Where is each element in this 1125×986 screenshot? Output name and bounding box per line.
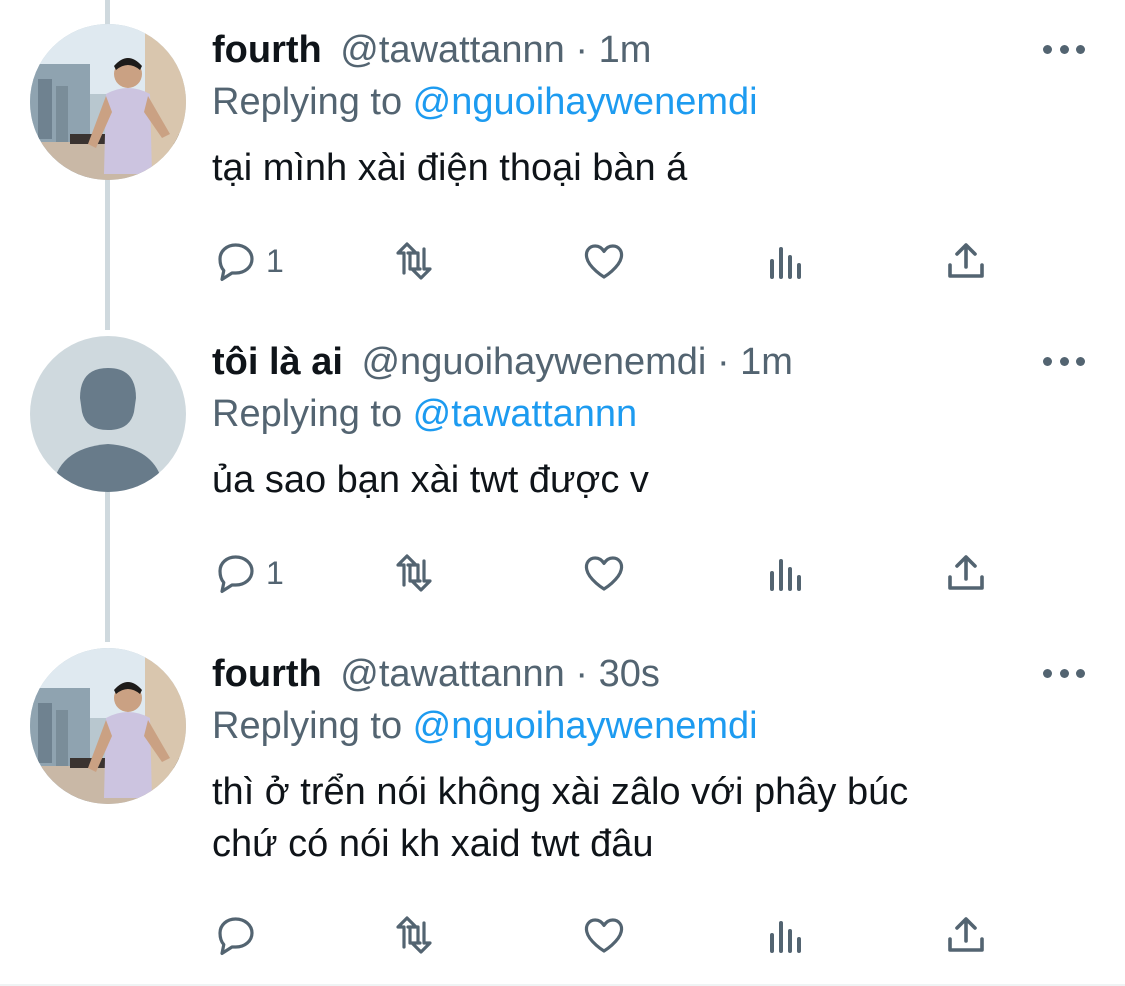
views-icon bbox=[770, 921, 801, 953]
like-icon bbox=[584, 556, 624, 591]
reply-icon bbox=[218, 555, 254, 593]
profile-photo-icon bbox=[30, 24, 186, 180]
reply-count: 1 bbox=[266, 242, 284, 279]
tweet-text-line: tại mình xài điện thoại bàn á bbox=[212, 147, 688, 189]
tweet-text-line: ủa sao bạn xài twt được v bbox=[212, 459, 649, 501]
share-icon bbox=[948, 917, 984, 952]
tweet-text: tại mình xài điện thoại bàn á bbox=[212, 142, 1085, 194]
mention-link[interactable]: @nguoihaywenemdi bbox=[413, 81, 758, 123]
avatar[interactable] bbox=[30, 24, 186, 180]
reply-count: 1 bbox=[266, 554, 284, 591]
retweet-icon bbox=[396, 554, 432, 592]
tweet-actions: 1 bbox=[212, 548, 1002, 598]
like-icon bbox=[584, 918, 624, 953]
mention-link[interactable]: @nguoihaywenemdi bbox=[413, 705, 758, 747]
tweet-header: fourth @tawattannn · 1m bbox=[212, 26, 1085, 74]
tweet-text-line: chứ có nói kh xaid twt đâu bbox=[212, 823, 654, 865]
replying-to: Replying to @nguoihaywenemdi bbox=[212, 702, 1085, 750]
separator: · bbox=[564, 653, 599, 695]
reply-button[interactable]: 1 bbox=[212, 548, 284, 598]
share-button[interactable] bbox=[942, 236, 990, 286]
handle[interactable]: @tawattannn bbox=[340, 653, 565, 695]
replying-to: Replying to @tawattannn bbox=[212, 390, 1085, 438]
profile-photo-icon bbox=[30, 648, 186, 804]
reply-button[interactable]: 1 bbox=[212, 236, 284, 286]
more-icon[interactable] bbox=[1043, 666, 1085, 680]
retweet-button[interactable] bbox=[390, 548, 438, 598]
display-name[interactable]: tôi là ai bbox=[212, 341, 343, 383]
separator: · bbox=[706, 341, 741, 383]
like-button[interactable] bbox=[580, 910, 628, 960]
reply-button[interactable] bbox=[212, 910, 266, 960]
views-button[interactable] bbox=[762, 910, 810, 960]
share-button[interactable] bbox=[942, 910, 990, 960]
replying-prefix: Replying to bbox=[212, 705, 413, 747]
more-icon[interactable] bbox=[1043, 354, 1085, 368]
share-button[interactable] bbox=[942, 548, 990, 598]
display-name[interactable]: fourth bbox=[212, 29, 322, 71]
handle[interactable]: @tawattannn bbox=[340, 29, 565, 71]
retweet-button[interactable] bbox=[390, 236, 438, 286]
mention-link[interactable]: @tawattannn bbox=[413, 393, 638, 435]
tweet-text: ủa sao bạn xài twt được v bbox=[212, 454, 1085, 506]
like-button[interactable] bbox=[580, 548, 628, 598]
retweet-icon bbox=[396, 242, 432, 280]
views-icon bbox=[770, 247, 801, 279]
tweet-actions bbox=[212, 910, 1002, 960]
replying-prefix: Replying to bbox=[212, 393, 413, 435]
handle[interactable]: @nguoihaywenemdi bbox=[361, 341, 706, 383]
default-avatar-icon bbox=[30, 336, 186, 492]
retweet-icon bbox=[396, 916, 432, 954]
display-name[interactable]: fourth bbox=[212, 653, 322, 695]
timestamp[interactable]: 1m bbox=[740, 341, 793, 383]
timestamp[interactable]: 30s bbox=[599, 653, 660, 695]
more-icon[interactable] bbox=[1043, 42, 1085, 56]
avatar[interactable] bbox=[30, 648, 186, 804]
share-icon bbox=[948, 555, 984, 590]
tweet-text-line: thì ở trển nói không xài zâlo với phây b… bbox=[212, 771, 909, 813]
tweet-header: tôi là ai @nguoihaywenemdi · 1m bbox=[212, 338, 1085, 386]
separator: · bbox=[564, 29, 599, 71]
share-icon bbox=[948, 243, 984, 278]
tweet-text: thì ở trển nói không xài zâlo với phây b… bbox=[212, 766, 1085, 870]
tweet-actions: 1 bbox=[212, 236, 1002, 286]
views-button[interactable] bbox=[762, 548, 810, 598]
avatar[interactable] bbox=[30, 336, 186, 492]
retweet-button[interactable] bbox=[390, 910, 438, 960]
timestamp[interactable]: 1m bbox=[599, 29, 652, 71]
replying-prefix: Replying to bbox=[212, 81, 413, 123]
views-button[interactable] bbox=[762, 236, 810, 286]
like-icon bbox=[584, 244, 624, 279]
reply-icon bbox=[218, 243, 254, 281]
replying-to: Replying to @nguoihaywenemdi bbox=[212, 78, 1085, 126]
reply-icon bbox=[218, 917, 254, 955]
views-icon bbox=[770, 559, 801, 591]
like-button[interactable] bbox=[580, 236, 628, 286]
thread-connector-line bbox=[105, 490, 110, 642]
tweet-header: fourth @tawattannn · 30s bbox=[212, 650, 1085, 698]
